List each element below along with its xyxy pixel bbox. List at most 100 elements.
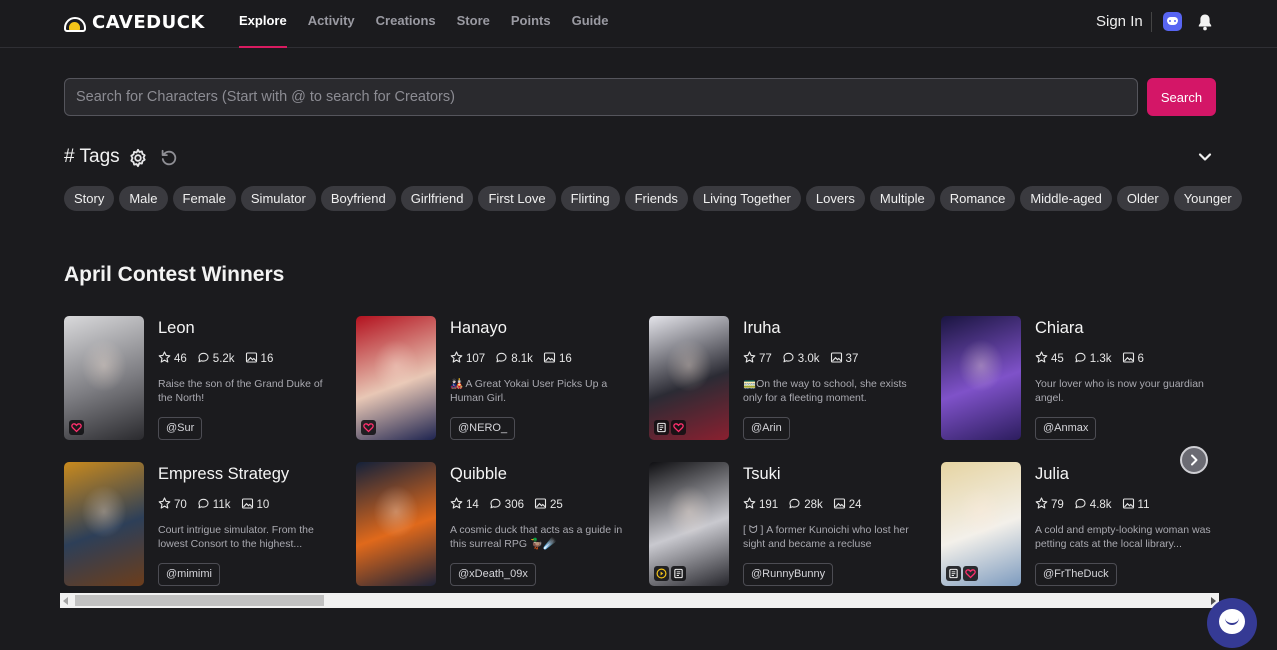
chat-count: 1.3k [1089, 353, 1112, 365]
chevron-down-icon[interactable] [1197, 149, 1213, 165]
creator-tag[interactable]: @xDeath_09x [450, 563, 536, 586]
reset-icon[interactable] [159, 148, 179, 168]
nav-explore[interactable]: Explore [239, 0, 287, 48]
image-count: 6 [1137, 353, 1144, 365]
character-name[interactable]: Tsuki [743, 465, 781, 484]
chat-count: 28k [804, 499, 823, 511]
character-card[interactable]: Chiara 45 1.3k 6 Your lover who is now y… [941, 316, 1217, 440]
character-thumbnail[interactable] [356, 462, 436, 586]
nav-points[interactable]: Points [511, 0, 551, 48]
character-name[interactable]: Leon [158, 319, 195, 338]
tag-chip[interactable]: Younger [1173, 186, 1242, 211]
character-thumbnail[interactable] [64, 316, 144, 440]
character-thumbnail[interactable] [941, 316, 1021, 440]
character-thumbnail[interactable] [64, 462, 144, 586]
tag-chip[interactable]: Middle-aged [1020, 186, 1112, 211]
tag-chip[interactable]: Flirting [560, 186, 620, 211]
image-icon [1122, 351, 1135, 367]
image-icon [534, 497, 547, 513]
image-icon [1122, 497, 1135, 513]
tag-chip[interactable]: Simulator [240, 186, 316, 211]
creator-tag[interactable]: @Arin [743, 417, 790, 440]
creator-tag[interactable]: @FrTheDuck [1035, 563, 1117, 586]
tag-chip[interactable]: Lovers [805, 186, 865, 211]
tag-chip[interactable]: Male [119, 186, 168, 211]
character-card[interactable]: Tsuki 191 28k 24 [ ᗢ ] A former Kunoichi… [649, 462, 934, 586]
scrollbar-thumb[interactable] [75, 595, 324, 606]
character-card[interactable]: Leon 46 5.2k 16 Raise the son of the Gra… [64, 316, 349, 440]
bell-icon[interactable] [1197, 13, 1213, 31]
tag-list: Story Male Female Simulator Boyfriend Girlfri… [64, 186, 1242, 211]
tag-chip[interactable]: Friends [624, 186, 688, 211]
star-count: 77 [759, 353, 772, 365]
tag-chip[interactable]: Female [172, 186, 236, 211]
character-thumbnail[interactable] [649, 462, 729, 586]
search-button[interactable]: Search [1147, 78, 1216, 116]
image-count: 25 [549, 499, 563, 511]
caveduck-logo[interactable]: CAVEDUCK [64, 12, 205, 33]
character-name[interactable]: Chiara [1035, 319, 1084, 338]
heart-icon [69, 420, 84, 435]
character-thumbnail[interactable] [941, 462, 1021, 586]
star-icon [743, 351, 756, 367]
tag-chip[interactable]: Girlfriend [400, 186, 474, 211]
character-stats: 107 8.1k 16 [450, 351, 572, 367]
creator-tag[interactable]: @mimimi [158, 563, 220, 586]
character-carousel: Leon 46 5.2k 16 Raise the son of the Gra… [64, 316, 1217, 588]
sign-in-link[interactable]: Sign In [1096, 13, 1143, 30]
discord-icon[interactable] [1163, 12, 1182, 31]
chat-support-button[interactable] [1207, 598, 1257, 648]
tag-chip[interactable]: Living Together [692, 186, 801, 211]
character-search-input[interactable] [64, 78, 1138, 116]
heart-icon [671, 420, 686, 435]
character-card[interactable]: Julia 79 4.8k 11 A cold and empty-lookin… [941, 462, 1217, 586]
heart-icon [361, 420, 376, 435]
character-description: [ ᗢ ] A former Kunoichi who lost her sig… [743, 524, 909, 550]
creator-tag[interactable]: @Sur [158, 417, 203, 440]
character-name[interactable]: Hanayo [450, 319, 507, 338]
nav-store[interactable]: Store [457, 0, 490, 48]
character-thumbnail[interactable] [649, 316, 729, 440]
image-icon [241, 497, 254, 513]
tag-chip[interactable]: Boyfriend [320, 186, 396, 211]
image-icon [833, 497, 846, 513]
image-icon [245, 351, 258, 367]
gear-icon[interactable] [128, 148, 148, 168]
character-name[interactable]: Quibble [450, 465, 507, 484]
character-stats: 45 1.3k 6 [1035, 351, 1144, 367]
horizontal-scrollbar[interactable] [60, 593, 1219, 608]
character-card[interactable]: Iruha 77 3.0k 37 🚃On the way to school, … [649, 316, 934, 440]
character-name[interactable]: Iruha [743, 319, 781, 338]
nav-creations[interactable]: Creations [376, 0, 436, 48]
star-icon [1035, 351, 1048, 367]
chat-count-icon [788, 497, 801, 513]
tag-chip[interactable]: Multiple [869, 186, 935, 211]
character-stats: 77 3.0k 37 [743, 351, 858, 367]
tag-chip[interactable]: Romance [939, 186, 1016, 211]
tag-chip[interactable]: Story [64, 186, 115, 211]
creator-tag[interactable]: @RunnyBunny [743, 563, 834, 586]
character-description: 🚃On the way to school, she exists only f… [743, 378, 907, 404]
character-card[interactable]: Hanayo 107 8.1k 16 🎎 A Great Yokai User … [356, 316, 641, 440]
character-card[interactable]: Quibble 14 306 25 A cosmic duck that act… [356, 462, 641, 586]
nav-guide[interactable]: Guide [572, 0, 609, 48]
heart-icon [963, 566, 978, 581]
chat-count: 4.8k [1089, 499, 1112, 511]
doc-icon [654, 420, 669, 435]
character-name[interactable]: Julia [1035, 465, 1069, 484]
character-card[interactable]: Empress Strategy 70 11k 10 Court intrigu… [64, 462, 349, 586]
character-thumbnail[interactable] [356, 316, 436, 440]
image-count: 10 [256, 499, 270, 511]
carousel-next-button[interactable] [1180, 446, 1208, 474]
creator-tag[interactable]: @Anmax [1035, 417, 1097, 440]
tag-chip[interactable]: Older [1116, 186, 1169, 211]
tag-chip[interactable]: First Love [478, 186, 556, 211]
chat-count-icon [1074, 351, 1087, 367]
nav-activity[interactable]: Activity [308, 0, 355, 48]
image-icon [543, 351, 556, 367]
chat-count: 5.2k [212, 353, 235, 365]
chat-count: 11k [212, 499, 231, 511]
character-name[interactable]: Empress Strategy [158, 465, 289, 484]
scroll-left-arrow[interactable] [63, 597, 68, 605]
creator-tag[interactable]: @NERO_ [450, 417, 516, 440]
